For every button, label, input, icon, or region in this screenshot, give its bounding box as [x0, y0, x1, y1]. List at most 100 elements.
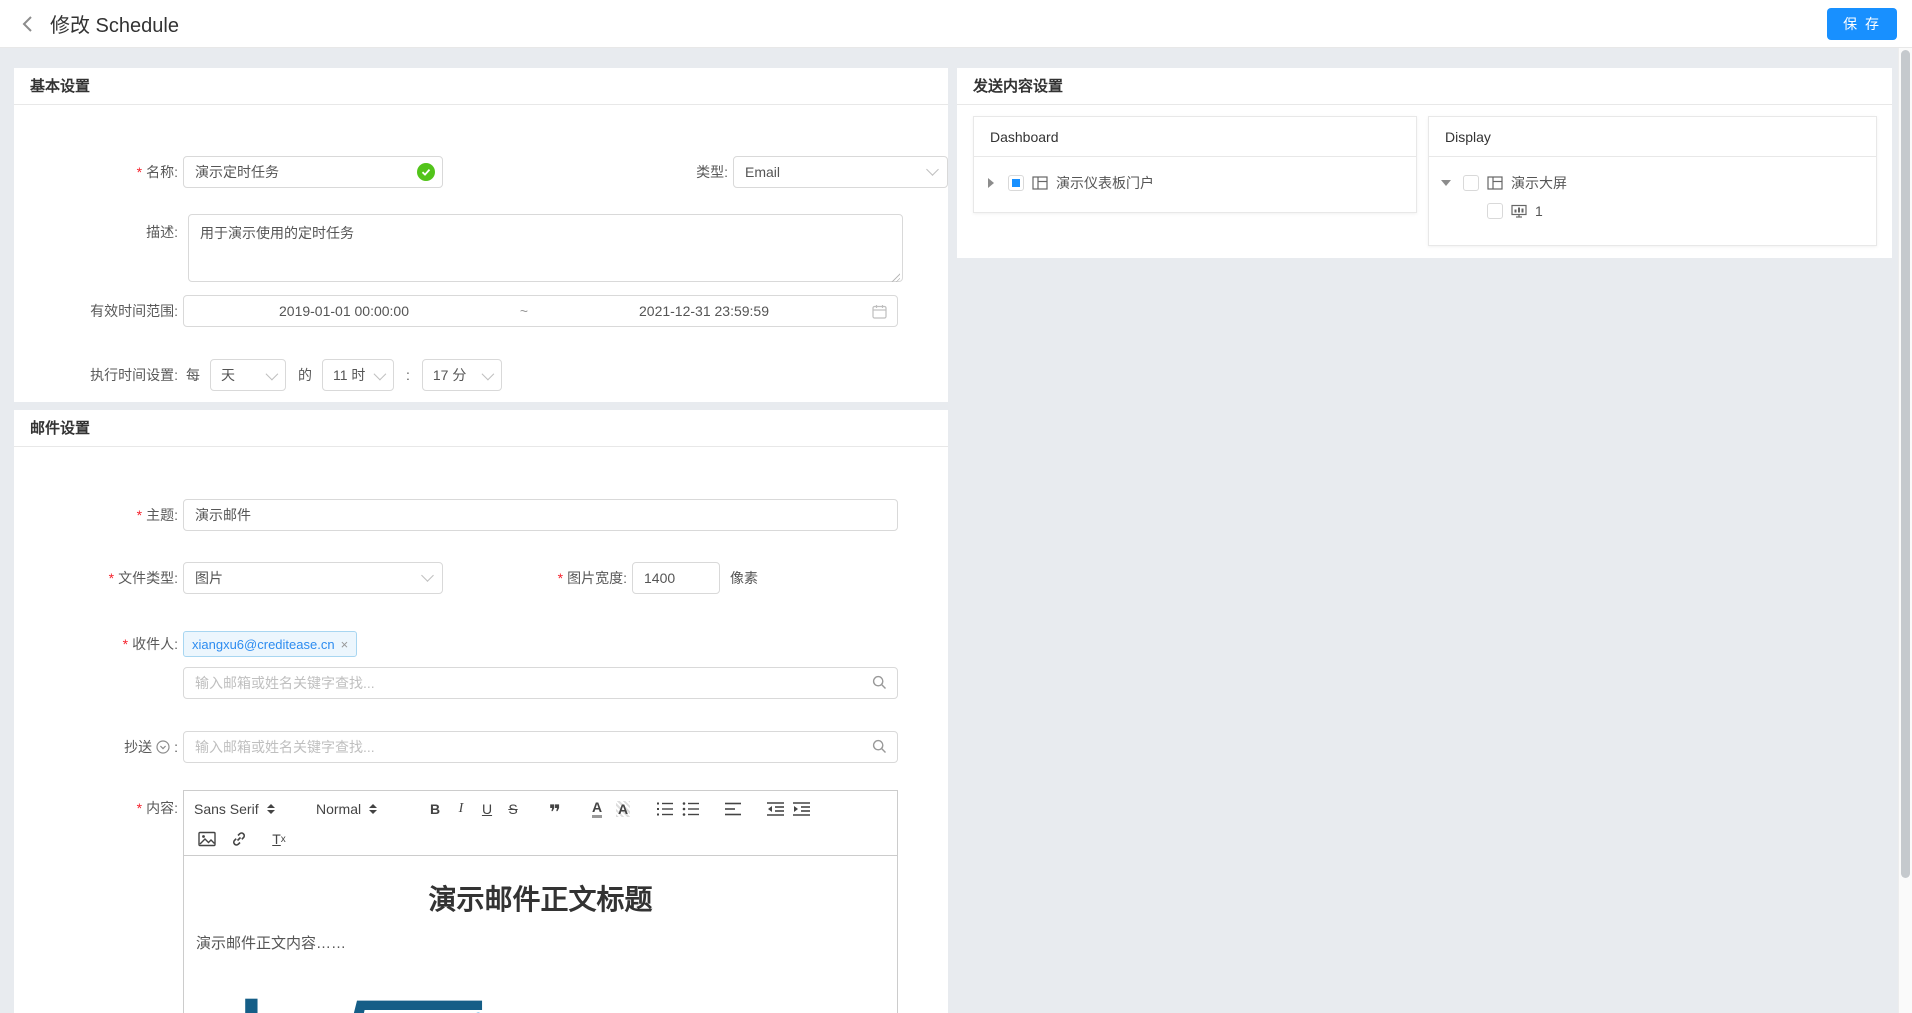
exec-minute-select[interactable]: 17 分 — [422, 359, 502, 391]
mail-body-heading: 演示邮件正文标题 — [196, 878, 885, 918]
description-textarea[interactable]: 用于演示使用的定时任务 — [188, 214, 903, 282]
back-icon[interactable] — [16, 12, 40, 36]
font-picker[interactable]: Sans Serif — [194, 801, 298, 817]
mail-panel-title: 邮件设置 — [14, 410, 948, 447]
subject-input[interactable] — [183, 499, 898, 531]
exec-hour-select[interactable]: 11 时 — [322, 359, 394, 391]
exec-time-label: 执行时间设置: — [14, 365, 178, 385]
outdent-button[interactable] — [762, 797, 788, 821]
chevron-down-icon — [926, 163, 939, 176]
filetype-select[interactable]: 图片 — [183, 562, 443, 594]
type-label: 类型: — [443, 162, 728, 182]
chevron-down-icon — [421, 569, 434, 582]
save-button[interactable]: 保 存 — [1827, 8, 1897, 40]
davinci-logo — [220, 993, 885, 1013]
display-icon — [1487, 176, 1503, 190]
portal-node-label: 演示仪表板门户 — [1056, 173, 1154, 193]
valid-range-row: 有效时间范围: 2019-01-01 00:00:00 ~ 2021-12-31… — [14, 295, 948, 327]
cc-row: 抄送: — [14, 731, 948, 763]
range-end-value: 2021-12-31 23:59:59 — [544, 303, 864, 319]
page-title: 修改 Schedule — [50, 9, 179, 38]
size-picker[interactable]: Normal — [316, 801, 404, 817]
description-row: 描述: 用于演示使用的定时任务 — [14, 214, 948, 285]
send-panel-title: 发送内容设置 — [957, 68, 1892, 105]
portal-icon — [1032, 176, 1048, 190]
recipient-tag-text: xiangxu6@creditease.cn — [192, 637, 335, 652]
display-checkbox[interactable] — [1463, 175, 1479, 191]
bullet-list-button[interactable] — [678, 797, 704, 821]
dashboard-card-title: Dashboard — [974, 117, 1416, 157]
slide-monitor-icon — [1511, 204, 1527, 218]
date-range-picker[interactable]: 2019-01-01 00:00:00 ~ 2021-12-31 23:59:5… — [183, 295, 898, 327]
exec-minute-value: 17 分 — [433, 365, 466, 385]
filetype-row: *文件类型: 图片 *图片宽度: 像素 — [14, 562, 948, 594]
caret-down-icon[interactable] — [1437, 180, 1455, 186]
send-content-panel: 发送内容设置 Dashboard 演示仪表板门户 Display — [957, 68, 1892, 258]
insert-image-button[interactable] — [194, 827, 220, 851]
recipients-search-wrap — [183, 667, 898, 699]
valid-range-label: 有效时间范围: — [14, 301, 178, 321]
cc-search-input[interactable] — [183, 731, 898, 763]
required-mark: * — [137, 164, 142, 180]
exec-unit-select[interactable]: 天 — [210, 359, 286, 391]
insert-link-button[interactable] — [226, 827, 252, 851]
chevron-down-icon — [266, 367, 279, 380]
content-row: *内容: Sans Serif Normal — [14, 790, 948, 1013]
align-button[interactable] — [720, 797, 746, 821]
cc-search-wrap — [183, 731, 898, 763]
name-row: *名称: 类型: Email — [14, 156, 948, 188]
blockquote-button[interactable]: ❞ — [542, 797, 568, 821]
page-scrollbar-track[interactable] — [1898, 48, 1912, 1013]
range-start-value: 2019-01-01 00:00:00 — [184, 303, 504, 319]
indent-button[interactable] — [788, 797, 814, 821]
calendar-icon[interactable] — [872, 304, 887, 319]
ordered-list-button[interactable] — [652, 797, 678, 821]
filetype-select-value: 图片 — [195, 568, 223, 588]
slide-node-label: 1 — [1535, 203, 1543, 219]
portal-checkbox[interactable] — [1008, 175, 1024, 191]
exec-every-text: 每 — [186, 365, 200, 385]
rich-editor: Sans Serif Normal B I U S — [178, 790, 898, 1013]
display-node-label: 演示大屏 — [1511, 173, 1567, 193]
picker-arrows-icon — [369, 804, 377, 814]
description-field-wrap: 用于演示使用的定时任务 — [183, 214, 903, 285]
background-color-button[interactable]: A — [616, 801, 630, 817]
required-mark: * — [123, 636, 128, 652]
underline-button[interactable]: U — [474, 797, 500, 821]
type-select[interactable]: Email — [733, 156, 948, 188]
required-mark: * — [558, 570, 563, 586]
display-card: Display 演示大屏 — [1428, 116, 1877, 246]
tree-node-slide[interactable]: 1 — [1437, 197, 1868, 225]
recipients-row: *收件人: xiangxu6@creditease.cn × — [14, 631, 948, 657]
name-input[interactable] — [183, 156, 443, 188]
editor-content-area[interactable]: 演示邮件正文标题 演示邮件正文内容…… — [183, 856, 898, 1013]
exec-colon-text: : — [406, 367, 410, 383]
dashboard-tree: 演示仪表板门户 — [974, 157, 1416, 209]
recipients-label: *收件人: — [14, 634, 178, 654]
italic-button[interactable]: I — [448, 797, 474, 821]
required-mark: * — [137, 507, 142, 523]
tag-close-icon[interactable]: × — [341, 637, 349, 652]
name-label: *名称: — [14, 162, 178, 182]
basic-settings-panel: 基本设置 *名称: 类型: Email 描述: 用于 — [14, 68, 948, 402]
strike-button[interactable]: S — [500, 797, 526, 821]
caret-right-icon[interactable] — [982, 178, 1000, 188]
dashboard-card: Dashboard 演示仪表板门户 — [973, 116, 1417, 213]
recipients-search-input[interactable] — [183, 667, 898, 699]
recipients-search-row — [14, 667, 948, 699]
bold-button[interactable]: B — [422, 797, 448, 821]
image-width-input[interactable] — [632, 562, 720, 594]
picker-arrows-icon — [267, 804, 275, 814]
exec-unit-value: 天 — [221, 365, 235, 385]
tree-node-display[interactable]: 演示大屏 — [1437, 169, 1868, 197]
description-label: 描述: — [14, 222, 178, 242]
tree-node-portal[interactable]: 演示仪表板门户 — [982, 169, 1408, 197]
text-color-button[interactable]: A — [592, 800, 602, 818]
slide-checkbox[interactable] — [1487, 203, 1503, 219]
image-width-unit: 像素 — [730, 568, 758, 588]
page-header: 修改 Schedule 保 存 — [0, 0, 1912, 48]
subject-label: *主题: — [14, 505, 178, 525]
clear-format-button[interactable]: Tx — [266, 827, 292, 851]
page-scrollbar-thumb[interactable] — [1901, 50, 1910, 878]
cc-expand-icon[interactable] — [156, 740, 170, 754]
